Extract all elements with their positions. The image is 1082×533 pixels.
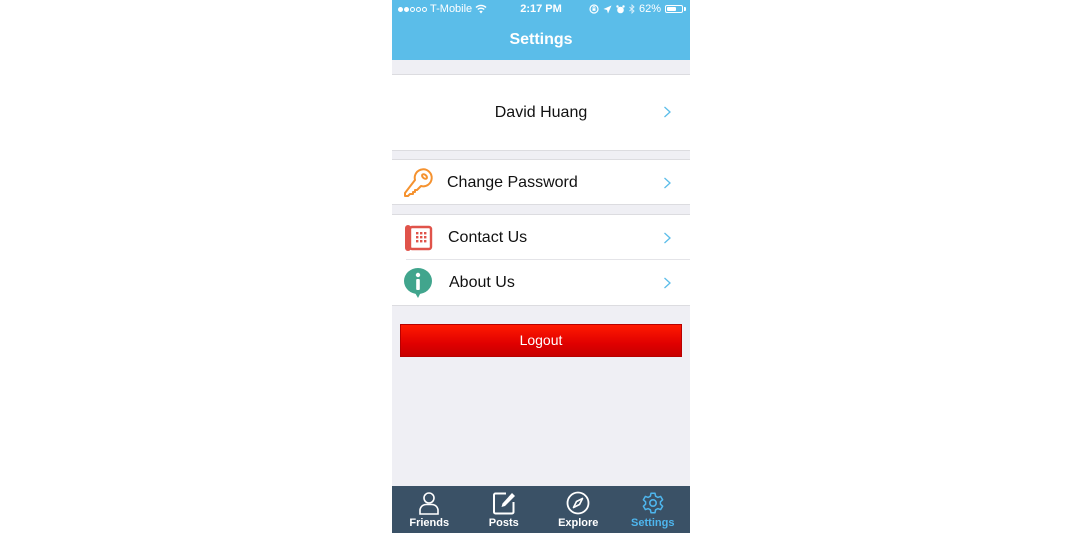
status-right: 62% [589,3,686,15]
about-us-row[interactable]: About Us [392,260,690,305]
tab-label: Friends [409,517,450,529]
tab-explore[interactable]: Explore [541,486,616,533]
contact-us-row[interactable]: Contact Us [392,215,690,260]
key-icon [404,167,433,197]
orientation-lock-icon [589,4,599,14]
tab-label: Posts [488,517,519,529]
about-us-label: About Us [449,273,515,291]
profile-name: David Huang [494,103,588,121]
alarm-icon [616,4,625,13]
tab-settings[interactable]: Settings [616,486,691,533]
status-bar: T-Mobile 2:17 PM 62% [392,0,690,20]
person-icon [419,492,440,515]
info-group: Contact Us About Us [392,214,690,306]
chevron-right-icon [664,106,671,118]
tab-bar: Friends Posts Explore Settings [392,486,690,533]
chevron-right-icon [664,277,671,288]
compose-icon [492,492,515,515]
tab-friends[interactable]: Friends [392,486,467,533]
chevron-right-icon [664,232,671,243]
phone-icon [405,224,433,251]
tab-label: Settings [631,517,675,529]
compass-icon [566,491,590,515]
tab-label: Explore [558,517,599,529]
battery-tip [684,7,686,11]
tab-posts[interactable]: Posts [467,486,542,533]
change-password-row[interactable]: Change Password [392,160,690,205]
battery-icon [665,5,683,13]
nav-bar: Settings [392,20,690,60]
location-icon [603,5,612,13]
page-title: Settings [509,31,573,48]
logout-button[interactable]: Logout [400,324,682,357]
change-password-label: Change Password [447,173,578,191]
profile-row[interactable]: David Huang [392,74,690,151]
password-group: Change Password [392,159,690,205]
chevron-right-icon [664,177,671,188]
battery-fill [667,7,676,11]
gear-icon [642,492,664,514]
contact-us-label: Contact Us [448,228,528,246]
info-icon [404,267,432,298]
phone-screen: T-Mobile 2:17 PM 62% Settings David Huan… [392,0,690,533]
bluetooth-icon [629,4,635,14]
battery-percent: 62% [638,3,661,15]
